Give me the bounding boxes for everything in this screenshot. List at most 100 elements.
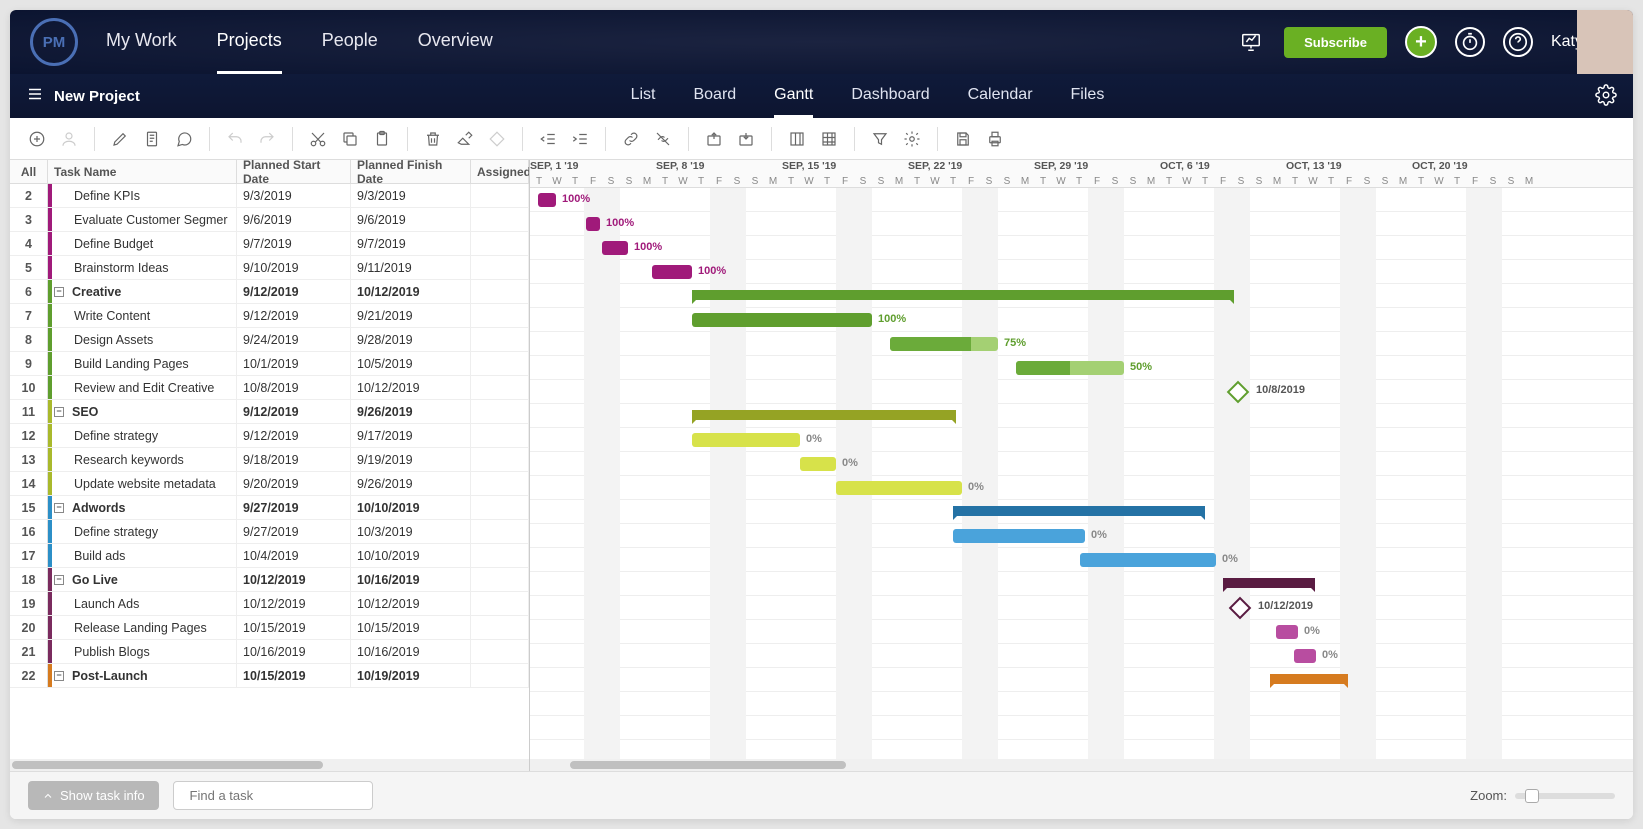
table-row[interactable]: 8 Design Assets 9/24/2019 9/28/2019	[10, 328, 529, 352]
gantt-body[interactable]: 100%100%100%100%100%75%50%10/8/20190%0%0…	[530, 188, 1633, 759]
link-icon[interactable]	[618, 126, 644, 152]
gantt-task-bar[interactable]	[1016, 361, 1124, 375]
tab-calendar[interactable]: Calendar	[968, 75, 1033, 118]
nav-my-work[interactable]: My Work	[106, 10, 177, 74]
gantt-task-bar[interactable]	[1276, 625, 1298, 639]
settings-icon[interactable]	[1595, 84, 1617, 109]
copy-icon[interactable]	[337, 126, 363, 152]
grid-h-scroll[interactable]	[10, 759, 529, 771]
add-task-icon[interactable]	[24, 126, 50, 152]
tab-board[interactable]: Board	[693, 75, 736, 118]
timer-icon[interactable]	[1455, 27, 1485, 57]
table-row[interactable]: 9 Build Landing Pages 10/1/2019 10/5/201…	[10, 352, 529, 376]
undo-icon[interactable]	[222, 126, 248, 152]
table-row[interactable]: 2 Define KPIs 9/3/2019 9/3/2019	[10, 184, 529, 208]
gantt-summary-bar[interactable]	[1270, 674, 1348, 684]
table-row[interactable]: 21 Publish Blogs 10/16/2019 10/16/2019	[10, 640, 529, 664]
table-row[interactable]: 19 Launch Ads 10/12/2019 10/12/2019	[10, 592, 529, 616]
redo-icon[interactable]	[254, 126, 280, 152]
notes-icon[interactable]	[139, 126, 165, 152]
gantt-task-bar[interactable]	[1080, 553, 1216, 567]
paste-icon[interactable]	[369, 126, 395, 152]
col-end[interactable]: Planned Finish Date	[351, 160, 471, 183]
col-assigned[interactable]: Assigned	[471, 160, 529, 183]
tab-list[interactable]: List	[631, 75, 656, 118]
app-logo[interactable]: PM	[30, 18, 78, 66]
gantt-task-bar[interactable]	[800, 457, 836, 471]
gantt-task-bar[interactable]	[692, 433, 800, 447]
table-row[interactable]: 18 −Go Live 10/12/2019 10/16/2019	[10, 568, 529, 592]
tab-dashboard[interactable]: Dashboard	[851, 75, 929, 118]
gantt-summary-bar[interactable]	[953, 506, 1205, 516]
table-row[interactable]: 15 −Adwords 9/27/2019 10/10/2019	[10, 496, 529, 520]
gantt-task-bar[interactable]	[586, 217, 600, 231]
table-row[interactable]: 14 Update website metadata 9/20/2019 9/2…	[10, 472, 529, 496]
comment-icon[interactable]	[171, 126, 197, 152]
add-button[interactable]: +	[1405, 26, 1437, 58]
gantt-task-bar[interactable]	[692, 313, 872, 327]
edit-icon[interactable]	[107, 126, 133, 152]
clear-icon[interactable]	[452, 126, 478, 152]
avatar[interactable]	[1577, 10, 1633, 74]
show-task-info-button[interactable]: Show task info	[28, 781, 159, 810]
zoom-slider[interactable]	[1515, 793, 1615, 799]
presentation-icon[interactable]	[1236, 27, 1266, 57]
delete-icon[interactable]	[420, 126, 446, 152]
project-name[interactable]: New Project	[54, 88, 140, 105]
assign-icon[interactable]	[56, 126, 82, 152]
grid-icon[interactable]	[816, 126, 842, 152]
col-name[interactable]: Task Name	[48, 160, 237, 183]
table-row[interactable]: 3 Evaluate Customer Segmer 9/6/2019 9/6/…	[10, 208, 529, 232]
table-row[interactable]: 17 Build ads 10/4/2019 10/10/2019	[10, 544, 529, 568]
table-row[interactable]: 13 Research keywords 9/18/2019 9/19/2019	[10, 448, 529, 472]
menu-icon[interactable]	[26, 85, 44, 107]
gantt-task-bar[interactable]	[652, 265, 692, 279]
table-row[interactable]: 12 Define strategy 9/12/2019 9/17/2019	[10, 424, 529, 448]
gantt-summary-bar[interactable]	[1223, 578, 1315, 588]
find-task-field[interactable]	[173, 781, 373, 810]
table-row[interactable]: 6 −Creative 9/12/2019 10/12/2019	[10, 280, 529, 304]
table-row[interactable]: 7 Write Content 9/12/2019 9/21/2019	[10, 304, 529, 328]
export-icon[interactable]	[701, 126, 727, 152]
grid-body[interactable]: 2 Define KPIs 9/3/2019 9/3/2019 3 Evalua…	[10, 184, 529, 759]
table-row[interactable]: 10 Review and Edit Creative 10/8/2019 10…	[10, 376, 529, 400]
import-icon[interactable]	[733, 126, 759, 152]
nav-projects[interactable]: Projects	[217, 10, 282, 74]
gantt-task-bar[interactable]	[953, 529, 1085, 543]
col-all[interactable]: All	[10, 160, 48, 183]
find-task-input[interactable]	[190, 788, 366, 803]
col-start[interactable]: Planned Start Date	[237, 160, 351, 183]
table-row[interactable]: 11 −SEO 9/12/2019 9/26/2019	[10, 400, 529, 424]
gantt-summary-bar[interactable]	[692, 410, 956, 420]
tab-gantt[interactable]: Gantt	[774, 75, 813, 118]
subscribe-button[interactable]: Subscribe	[1284, 27, 1387, 58]
cut-icon[interactable]	[305, 126, 331, 152]
gantt-task-bar[interactable]	[538, 193, 556, 207]
gantt-task-bar[interactable]	[1294, 649, 1316, 663]
gantt-task-bar[interactable]	[602, 241, 628, 255]
help-icon[interactable]	[1503, 27, 1533, 57]
gantt-task-bar[interactable]	[836, 481, 962, 495]
nav-overview[interactable]: Overview	[418, 10, 493, 74]
unlink-icon[interactable]	[650, 126, 676, 152]
tab-files[interactable]: Files	[1071, 75, 1105, 118]
table-row[interactable]: 20 Release Landing Pages 10/15/2019 10/1…	[10, 616, 529, 640]
table-row[interactable]: 22 −Post-Launch 10/15/2019 10/19/2019	[10, 664, 529, 688]
table-row[interactable]: 5 Brainstorm Ideas 9/10/2019 9/11/2019	[10, 256, 529, 280]
gear-icon[interactable]	[899, 126, 925, 152]
diamond-icon[interactable]	[484, 126, 510, 152]
filter-icon[interactable]	[867, 126, 893, 152]
gantt-h-scroll[interactable]	[530, 759, 1633, 771]
indent-icon[interactable]	[567, 126, 593, 152]
columns-icon[interactable]	[784, 126, 810, 152]
gantt-task-bar[interactable]	[890, 337, 998, 351]
gantt-summary-bar[interactable]	[692, 290, 1234, 300]
print-icon[interactable]	[982, 126, 1008, 152]
table-row[interactable]: 4 Define Budget 9/7/2019 9/7/2019	[10, 232, 529, 256]
table-row[interactable]: 16 Define strategy 9/27/2019 10/3/2019	[10, 520, 529, 544]
save-icon[interactable]	[950, 126, 976, 152]
gantt-chart[interactable]: SEP, 1 '19SEP, 8 '19SEP, 15 '19SEP, 22 '…	[530, 160, 1633, 771]
nav-people[interactable]: People	[322, 10, 378, 74]
outdent-icon[interactable]	[535, 126, 561, 152]
gantt-bar-label: 100%	[634, 241, 662, 253]
